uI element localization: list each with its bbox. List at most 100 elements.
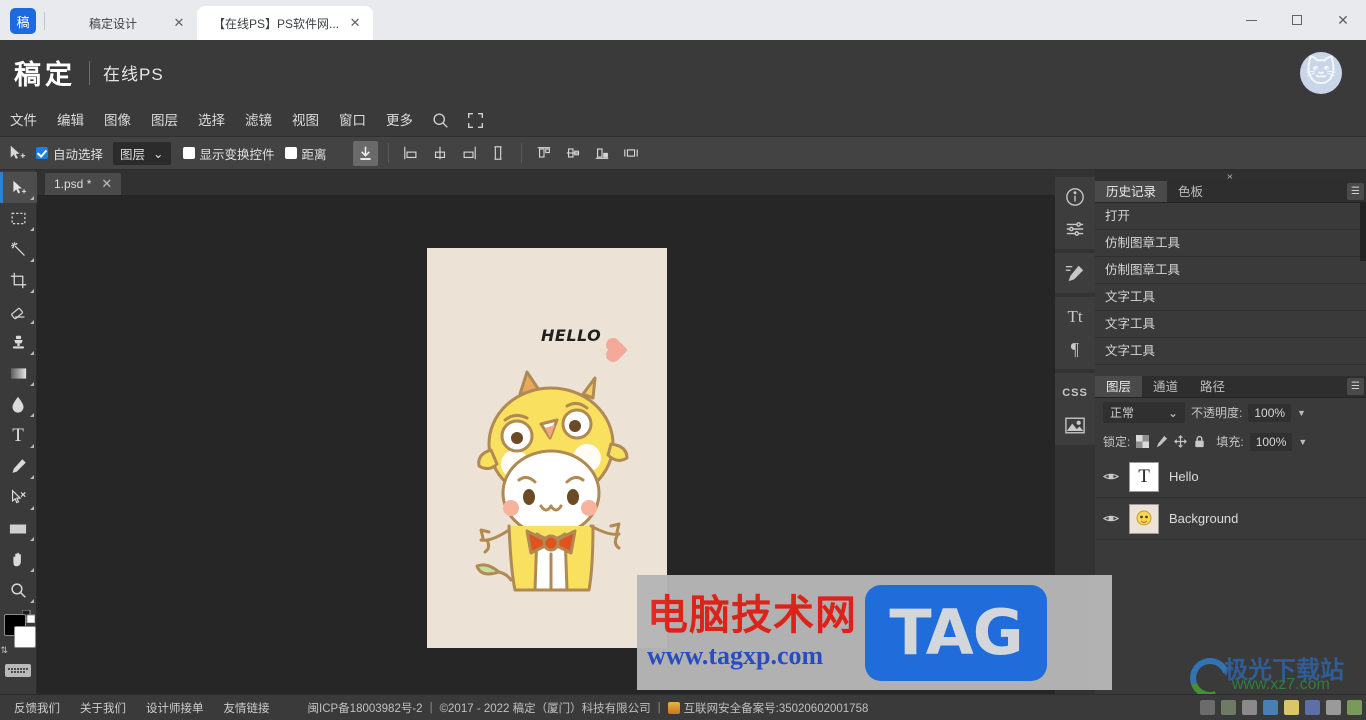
color-swatches[interactable]: ⇅ (0, 609, 37, 660)
opacity-value[interactable]: 100% (1248, 403, 1292, 422)
gradient-tool[interactable] (0, 358, 37, 389)
move-tool-icon[interactable] (8, 144, 26, 162)
site-logo[interactable]: 稿定 (14, 53, 76, 92)
history-list[interactable]: 打开 仿制图章工具 仿制图章工具 文字工具 文字工具 文字工具 (1095, 203, 1366, 376)
hand-tool[interactable] (0, 544, 37, 575)
path-select-tool[interactable] (0, 482, 37, 513)
history-scrollbar[interactable] (1360, 203, 1366, 261)
tab-history[interactable]: 历史记录 (1095, 181, 1168, 202)
document-canvas[interactable]: HELLO (427, 248, 667, 648)
history-item[interactable]: 文字工具 (1095, 284, 1366, 311)
menu-select[interactable]: 选择 (188, 105, 235, 137)
distribute-v-icon[interactable] (619, 141, 644, 166)
footer-security-record[interactable]: 互联网安全备案号:35020602001758 (684, 700, 869, 716)
auto-select-checkbox[interactable]: 自动选择 (36, 144, 103, 163)
menu-layer[interactable]: 图层 (141, 105, 188, 137)
eye-icon[interactable] (1103, 513, 1119, 524)
close-icon[interactable]: ✕ (101, 176, 112, 192)
marquee-tool[interactable] (0, 203, 37, 234)
align-center-h-icon[interactable] (428, 141, 453, 166)
history-item[interactable]: 文字工具 (1095, 338, 1366, 365)
eye-icon[interactable] (1103, 471, 1119, 482)
image-icon[interactable] (1055, 409, 1095, 441)
fill-stepper-icon[interactable]: ▼ (1298, 437, 1307, 447)
auto-select-target-dropdown[interactable]: 图层 ⌄ (113, 141, 171, 165)
history-item[interactable]: 仿制图章工具 (1095, 257, 1366, 284)
move-tool[interactable] (0, 172, 37, 203)
background-color-swatch[interactable] (13, 626, 36, 648)
align-left-icon[interactable] (399, 141, 424, 166)
opacity-stepper-icon[interactable]: ▼ (1297, 408, 1306, 418)
close-icon[interactable]: ✕ (171, 15, 187, 31)
menu-image[interactable]: 图像 (94, 105, 141, 137)
align-top-icon[interactable] (532, 141, 557, 166)
paragraph-pilcrow-icon[interactable]: ¶ (1055, 333, 1095, 365)
tab-layers[interactable]: 图层 (1095, 376, 1143, 397)
eff-icon[interactable] (1221, 699, 1236, 715)
media-icon[interactable] (1305, 699, 1320, 715)
zoom-tool[interactable] (0, 575, 37, 606)
info-circle-icon[interactable] (1055, 181, 1095, 213)
menu-edit[interactable]: 编辑 (47, 105, 94, 137)
lock-all-icon[interactable] (1193, 435, 1206, 448)
download-icon[interactable] (352, 140, 378, 166)
align-middle-v-icon[interactable] (561, 141, 586, 166)
footer-link-about[interactable]: 关于我们 (80, 700, 126, 716)
menu-more[interactable]: 更多 (376, 105, 423, 137)
footer-link-designer[interactable]: 设计师接单 (146, 700, 204, 716)
browser-tab-1[interactable]: 稿定设计 ✕ (47, 6, 197, 40)
magic-wand-tool[interactable] (0, 234, 37, 265)
avatar[interactable]: 🐱 (1300, 51, 1342, 94)
chat-icon[interactable] (1284, 699, 1299, 715)
character-Tt-icon[interactable]: Tt (1055, 301, 1095, 333)
tab-paths[interactable]: 路径 (1189, 376, 1236, 397)
close-window-button[interactable]: ✕ (1320, 4, 1366, 36)
panel-menu-icon[interactable]: ☰ (1347, 378, 1364, 395)
blend-mode-dropdown[interactable]: 正常 ⌄ (1103, 402, 1185, 423)
tab-swatches[interactable]: 色板 (1167, 181, 1214, 202)
layer-thumbnail[interactable]: T (1129, 461, 1159, 492)
shield-icon[interactable] (1242, 699, 1257, 715)
adjustments-sliders-icon[interactable] (1055, 213, 1095, 245)
menu-view[interactable]: 视图 (282, 105, 329, 137)
panel-menu-icon[interactable]: ☰ (1347, 183, 1364, 200)
close-icon[interactable]: ✕ (347, 15, 363, 31)
folder-icon[interactable] (1347, 699, 1362, 715)
layer-thumbnail[interactable] (1129, 503, 1159, 534)
tab-channels[interactable]: 通道 (1142, 376, 1189, 397)
shape-tool[interactable] (0, 513, 37, 544)
distribute-h-icon[interactable] (486, 141, 511, 166)
document-tab-1psd[interactable]: 1.psd * ✕ (45, 173, 122, 195)
crop-tool[interactable] (0, 265, 37, 296)
swap-colors-icon[interactable]: ⇅ (1, 645, 9, 656)
search-icon[interactable] (423, 112, 458, 129)
history-item[interactable]: 文字工具 (1095, 311, 1366, 338)
footer-link-feedback[interactable]: 反馈我们 (14, 700, 60, 716)
type-tool[interactable]: T (0, 420, 37, 451)
minimize-button[interactable] (1228, 4, 1274, 36)
lock-position-icon[interactable] (1174, 435, 1188, 448)
link-icon[interactable] (1200, 699, 1215, 715)
footer-icp[interactable]: 闽ICP备18003982号-2 (308, 700, 423, 716)
show-transform-checkbox[interactable]: 显示变换控件 (182, 144, 275, 163)
menu-window[interactable]: 窗口 (329, 105, 376, 137)
lock-image-icon[interactable] (1155, 435, 1168, 448)
browser-tab-2[interactable]: 【在线PS】PS软件网... ✕ (197, 6, 374, 40)
pen-tool[interactable] (0, 451, 37, 482)
maximize-button[interactable] (1274, 4, 1320, 36)
brush-settings-icon[interactable] (1055, 257, 1095, 289)
fill-value[interactable]: 100% (1249, 432, 1293, 451)
layer-row-background[interactable]: Background (1095, 498, 1366, 540)
layer-row-hello[interactable]: T Hello (1095, 456, 1366, 498)
lock-transparent-icon[interactable] (1136, 435, 1150, 448)
fullscreen-icon[interactable] (458, 112, 493, 129)
globe-icon[interactable] (1263, 699, 1278, 715)
keyboard-shortcuts-icon[interactable] (5, 664, 31, 677)
align-bottom-icon[interactable] (590, 141, 615, 166)
menu-filter[interactable]: 滤镜 (235, 105, 282, 137)
menu-file[interactable]: 文件 (0, 105, 47, 137)
clone-stamp-tool[interactable] (0, 327, 37, 358)
align-right-icon[interactable] (457, 141, 482, 166)
history-item[interactable]: 打开 (1095, 203, 1366, 230)
grid-icon[interactable] (1326, 699, 1341, 715)
